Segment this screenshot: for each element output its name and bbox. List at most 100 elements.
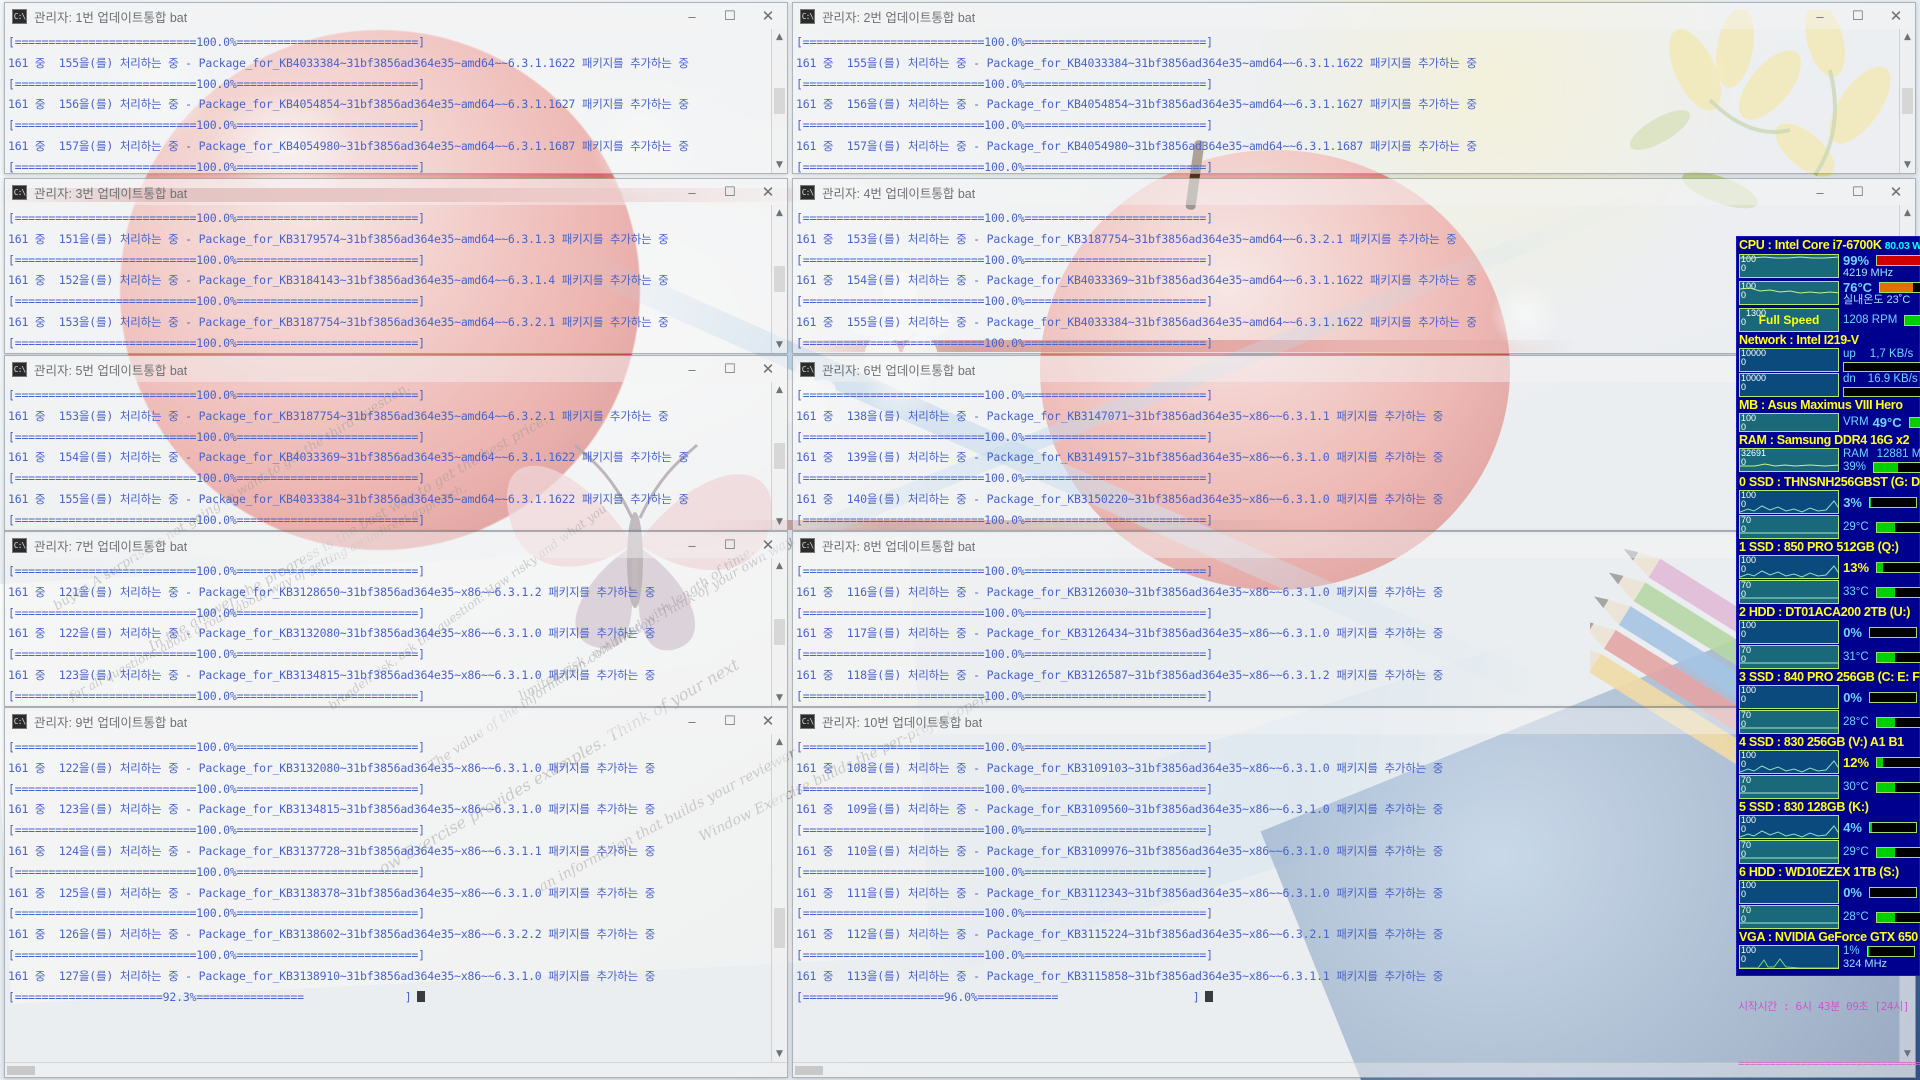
cpu-temp-bar	[1879, 282, 1920, 293]
console-output-9[interactable]: [===========================100.0%======…	[5, 734, 771, 1062]
console-output-7[interactable]: [===========================100.0%======…	[5, 558, 771, 706]
console-line: 161 중 123을(를) 처리하는 중 - Package_for_KB313…	[8, 802, 656, 817]
console-line: 161 중 123을(를) 처리하는 중 - Package_for_KB313…	[8, 667, 656, 682]
vga-load-percent: 1%	[1843, 945, 1860, 957]
vertical-scrollbar-5[interactable]: ▲ ▼	[771, 382, 787, 530]
maximize-button-1[interactable]: ☐	[711, 3, 749, 29]
console-line: [===========================100.0%======…	[796, 118, 1213, 133]
minimize-button-5[interactable]: –	[673, 356, 711, 382]
drive-temp-sparkline-6	[1740, 922, 1838, 924]
scroll-up-arrow-icon[interactable]: ▲	[1900, 29, 1916, 45]
close-button-9[interactable]: ✕	[749, 708, 787, 734]
scroll-down-arrow-icon[interactable]: ▼	[772, 157, 788, 173]
cpu-fan-info: 1208 RPM	[1839, 308, 1920, 332]
mb-vrm-info: VRM 49°C	[1839, 413, 1920, 432]
console-line: 161 중 121을(를) 처리하는 중 - Package_for_KB312…	[8, 584, 656, 599]
console-output-1[interactable]: [===========================100.0%======…	[5, 29, 771, 173]
horizontal-scrollbar-9[interactable]	[5, 1062, 787, 1077]
minimize-button-7[interactable]: –	[673, 532, 711, 558]
maximize-button-3[interactable]: ☐	[711, 179, 749, 205]
vertical-scrollbar-1[interactable]: ▲ ▼	[771, 29, 787, 173]
vertical-scrollbar-7[interactable]: ▲ ▼	[771, 558, 787, 706]
drive-load-bar-5	[1869, 821, 1917, 833]
scroll-down-arrow-icon[interactable]: ▼	[772, 337, 788, 353]
console-line: 161 중 155을(를) 처리하는 중 - Package_for_KB403…	[796, 55, 1477, 70]
close-button-3[interactable]: ✕	[749, 179, 787, 205]
monitor-net-dn-row: 10000 0 dn 16.9 KB/s	[1739, 373, 1920, 397]
console-window-9[interactable]: C:\ 관리자: 9번 업데이트통합 bat – ☐ ✕ [===============…	[4, 707, 788, 1078]
console-line: 161 중 154을(를) 처리하는 중 - Package_for_KB403…	[8, 450, 689, 465]
maximize-button-4[interactable]: ☐	[1839, 179, 1877, 205]
window-titlebar-9[interactable]: C:\ 관리자: 9번 업데이트통합 bat – ☐ ✕	[5, 708, 787, 734]
window-title-text: 관리자: 1번 업데이트통합 bat	[34, 10, 188, 25]
scroll-down-arrow-icon[interactable]: ▼	[1900, 157, 1916, 173]
console-window-7[interactable]: C:\ 관리자: 7번 업데이트통합 bat – ☐ ✕ [===============…	[4, 531, 788, 707]
window-body-9: [===========================100.0%======…	[5, 734, 787, 1062]
drive-temperature-2: 31°C	[1843, 650, 1869, 663]
close-button-5[interactable]: ✕	[749, 356, 787, 382]
scroll-down-arrow-icon[interactable]: ▼	[772, 690, 788, 706]
console-output-10[interactable]: [===========================100.0%======…	[793, 734, 1899, 1062]
scroll-up-arrow-icon[interactable]: ▲	[1900, 205, 1916, 221]
minimize-button-1[interactable]: –	[673, 3, 711, 29]
minimize-button-9[interactable]: –	[673, 708, 711, 734]
window-body-3: [===========================100.0%======…	[5, 205, 787, 353]
scroll-down-arrow-icon[interactable]: ▼	[772, 514, 788, 530]
scrollbar-thumb[interactable]	[774, 266, 785, 292]
scroll-up-arrow-icon[interactable]: ▲	[772, 558, 788, 574]
drive-temperature-6: 28°C	[1843, 910, 1869, 923]
close-button-1[interactable]: ✕	[749, 3, 787, 29]
console-output-4[interactable]: [===========================100.0%======…	[793, 205, 1899, 353]
vertical-scrollbar-9[interactable]: ▲ ▼	[771, 734, 787, 1062]
vertical-scrollbar-2[interactable]: ▲ ▼	[1899, 29, 1915, 173]
window-titlebar-5[interactable]: C:\ 관리자: 5번 업데이트통합 bat – ☐ ✕	[5, 356, 787, 382]
maximize-button-9[interactable]: ☐	[711, 708, 749, 734]
drive-load-percent-5: 4%	[1843, 819, 1862, 835]
close-button-2[interactable]: ✕	[1877, 3, 1915, 29]
scrollbar-thumb[interactable]	[774, 619, 785, 645]
scrollbar-thumb[interactable]	[1902, 88, 1913, 114]
console-output-8[interactable]: [===========================100.0%======…	[793, 558, 1899, 706]
close-button-4[interactable]: ✕	[1877, 179, 1915, 205]
close-button-7[interactable]: ✕	[749, 532, 787, 558]
scrollbar-thumb[interactable]	[774, 88, 785, 114]
scrollbar-thumb[interactable]	[774, 443, 785, 469]
vga-sparkline	[1740, 958, 1838, 968]
monitor-drive-title-1: 1 SSD : 850 PRO 512GB (Q:)	[1739, 540, 1899, 554]
console-output-5[interactable]: [===========================100.0%======…	[5, 382, 771, 530]
scrollbar-thumb[interactable]	[774, 908, 785, 948]
console-output-2[interactable]: [===========================100.0%======…	[793, 29, 1899, 173]
console-output-3[interactable]: [===========================100.0%======…	[5, 205, 771, 353]
console-window-5[interactable]: C:\ 관리자: 5번 업데이트통합 bat – ☐ ✕ [===============…	[4, 355, 788, 531]
vertical-scrollbar-3[interactable]: ▲ ▼	[771, 205, 787, 353]
hscrollbar-thumb[interactable]	[7, 1066, 35, 1075]
hscrollbar-thumb[interactable]	[795, 1066, 823, 1075]
window-titlebar-3[interactable]: C:\ 관리자: 3번 업데이트통합 bat – ☐ ✕	[5, 179, 787, 205]
maximize-button-5[interactable]: ☐	[711, 356, 749, 382]
console-line: [===========================100.0%======…	[8, 647, 425, 662]
scroll-up-arrow-icon[interactable]: ▲	[772, 734, 788, 750]
window-title-text: 관리자: 7번 업데이트통합 bat	[34, 539, 188, 554]
window-titlebar-2[interactable]: C:\ 관리자: 2번 업데이트통합 bat – ☐ ✕	[793, 3, 1915, 29]
minimize-button-2[interactable]: –	[1801, 3, 1839, 29]
window-titlebar-4[interactable]: C:\ 관리자: 4번 업데이트통합 bat – ☐ ✕	[793, 179, 1915, 205]
scroll-up-arrow-icon[interactable]: ▲	[772, 29, 788, 45]
console-output-6[interactable]: [===========================100.0%======…	[793, 382, 1899, 530]
scroll-up-arrow-icon[interactable]: ▲	[772, 382, 788, 398]
scroll-up-arrow-icon[interactable]: ▲	[772, 205, 788, 221]
drive-temp-sparkline-5	[1740, 857, 1838, 859]
console-window-2[interactable]: C:\ 관리자: 2번 업데이트통합 bat – ☐ ✕ [===============…	[792, 2, 1916, 174]
minimize-button-4[interactable]: –	[1801, 179, 1839, 205]
monitor-cpu-temp-row: 100 0 76°C 실내온도 23˚C	[1739, 281, 1920, 307]
timer-separator-3: ==================================	[1738, 1057, 1920, 1070]
minimize-button-3[interactable]: –	[673, 179, 711, 205]
window-titlebar-7[interactable]: C:\ 관리자: 7번 업데이트통합 bat – ☐ ✕	[5, 532, 787, 558]
maximize-button-7[interactable]: ☐	[711, 532, 749, 558]
console-window-3[interactable]: C:\ 관리자: 3번 업데이트통합 bat – ☐ ✕ [===============…	[4, 178, 788, 354]
window-titlebar-1[interactable]: C:\ 관리자: 1번 업데이트통합 bat – ☐ ✕	[5, 3, 787, 29]
window-body-2: [===========================100.0%======…	[793, 29, 1915, 173]
console-window-1[interactable]: C:\ 관리자: 1번 업데이트통합 bat – ☐ ✕ [===============…	[4, 2, 788, 174]
maximize-button-2[interactable]: ☐	[1839, 3, 1877, 29]
console-line: 161 중 138을(를) 처리하는 중 - Package_for_KB314…	[796, 408, 1444, 423]
scroll-down-arrow-icon[interactable]: ▼	[772, 1046, 788, 1062]
